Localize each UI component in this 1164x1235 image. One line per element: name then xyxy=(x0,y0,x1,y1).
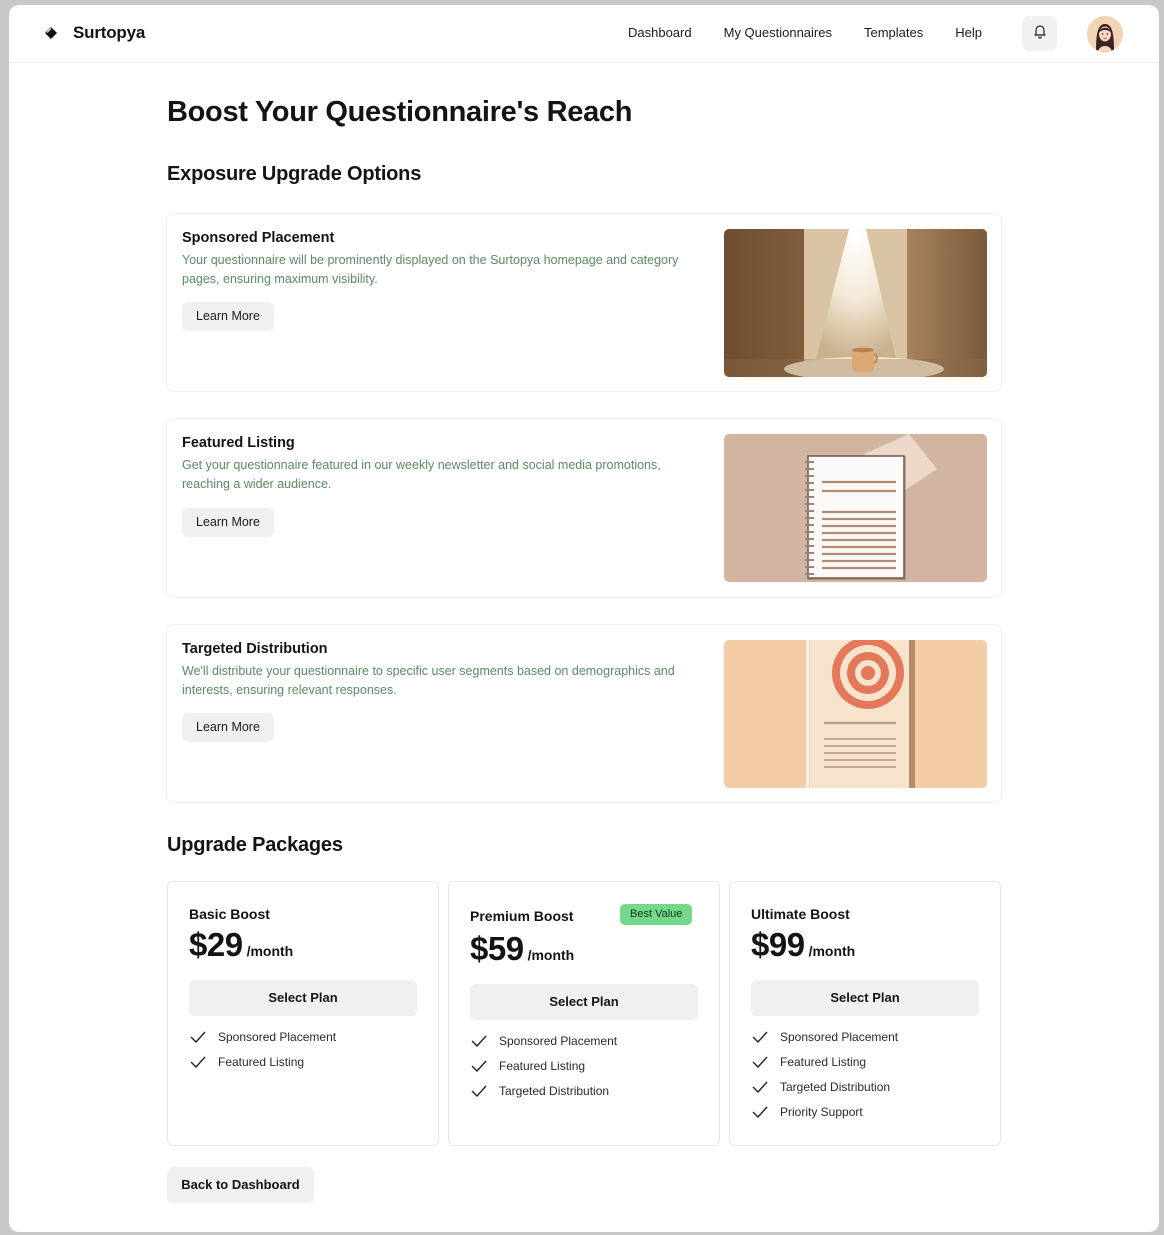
top-nav-bar: Surtopya Dashboard My Questionnaires Tem… xyxy=(9,5,1159,63)
select-plan-button[interactable]: Select Plan xyxy=(751,980,979,1016)
package-price: $99 /month xyxy=(751,926,855,964)
feature-item: Featured Listing xyxy=(189,1055,304,1069)
package-price: $29 /month xyxy=(189,926,293,964)
brand-name: Surtopya xyxy=(73,23,146,42)
check-icon xyxy=(752,1056,768,1069)
feature-label: Sponsored Placement xyxy=(218,1030,337,1044)
notifications-button[interactable] xyxy=(1022,16,1057,51)
check-icon xyxy=(752,1031,768,1044)
package-name: Basic Boost xyxy=(189,906,270,922)
option-description: Get your questionnaire featured in our w… xyxy=(182,458,661,491)
learn-more-button[interactable]: Learn More xyxy=(182,302,274,331)
feature-label: Sponsored Placement xyxy=(780,1030,899,1044)
nav-help[interactable]: Help xyxy=(955,25,982,40)
bell-icon xyxy=(1032,23,1048,44)
package-name: Ultimate Boost xyxy=(751,906,850,922)
nav-dashboard[interactable]: Dashboard xyxy=(628,25,692,40)
feature-item: Targeted Distribution xyxy=(751,1080,890,1094)
check-icon xyxy=(471,1035,487,1048)
feature-label: Featured Listing xyxy=(218,1055,305,1069)
learn-more-button[interactable]: Learn More xyxy=(182,508,274,537)
page-title: Boost Your Questionnaire's Reach xyxy=(167,96,633,128)
user-avatar[interactable] xyxy=(1087,16,1123,52)
option-card-targeted-distribution: Targeted Distribution We'll distribute y… xyxy=(166,624,1002,803)
feature-item: Priority Support xyxy=(751,1105,863,1119)
feature-label: Targeted Distribution xyxy=(499,1084,610,1098)
check-icon xyxy=(190,1031,206,1044)
check-icon xyxy=(471,1060,487,1073)
option-description: We'll distribute your questionnaire to s… xyxy=(182,664,675,697)
price-period: /month xyxy=(246,943,294,959)
package-price: $59 /month xyxy=(470,930,574,968)
option-title: Targeted Distribution xyxy=(182,641,328,657)
package-card-premium: Premium Boost Best Value $59 /month Sele… xyxy=(448,881,720,1146)
price-amount: $99 xyxy=(751,926,805,963)
option-title: Sponsored Placement xyxy=(182,230,335,246)
check-icon xyxy=(190,1056,206,1069)
package-name: Premium Boost xyxy=(470,908,574,924)
packages-heading: Upgrade Packages xyxy=(167,834,343,856)
option-card-sponsored-placement: Sponsored Placement Your questionnaire w… xyxy=(166,213,1002,392)
feature-item: Sponsored Placement xyxy=(189,1030,336,1044)
price-period: /month xyxy=(527,947,575,963)
options-heading: Exposure Upgrade Options xyxy=(167,163,422,185)
price-amount: $59 xyxy=(470,930,524,967)
feature-item: Sponsored Placement xyxy=(470,1034,617,1048)
back-to-dashboard-button[interactable]: Back to Dashboard xyxy=(167,1167,314,1203)
main-nav: Dashboard My Questionnaires Templates He… xyxy=(628,25,982,40)
feature-item: Featured Listing xyxy=(751,1055,866,1069)
select-plan-button[interactable]: Select Plan xyxy=(189,980,417,1016)
feature-item: Targeted Distribution xyxy=(470,1084,609,1098)
select-plan-button[interactable]: Select Plan xyxy=(470,984,698,1020)
check-icon xyxy=(471,1085,487,1098)
feature-item: Sponsored Placement xyxy=(751,1030,898,1044)
option-description: Your questionnaire will be prominently d… xyxy=(182,253,679,286)
spotlight-coffee-cup-image xyxy=(724,229,987,377)
feature-label: Sponsored Placement xyxy=(499,1034,618,1048)
check-icon xyxy=(752,1081,768,1094)
option-card-featured-listing: Featured Listing Get your questionnaire … xyxy=(166,418,1002,598)
option-title: Featured Listing xyxy=(182,435,295,451)
diamond-logo-icon xyxy=(43,25,59,41)
target-document-image xyxy=(724,640,987,788)
package-card-ultimate: Ultimate Boost $99 /month Select Plan Sp… xyxy=(729,881,1001,1146)
package-card-basic: Basic Boost $29 /month Select Plan Spons… xyxy=(167,881,439,1146)
nav-my-questionnaires[interactable]: My Questionnaires xyxy=(724,25,832,40)
best-value-badge: Best Value xyxy=(620,904,693,925)
feature-label: Targeted Distribution xyxy=(780,1080,891,1094)
feature-item: Featured Listing xyxy=(470,1059,585,1073)
feature-label: Priority Support xyxy=(780,1105,863,1119)
price-amount: $29 xyxy=(189,926,243,963)
app-window: Surtopya Dashboard My Questionnaires Tem… xyxy=(9,5,1159,1232)
brand[interactable]: Surtopya xyxy=(43,23,145,43)
learn-more-button[interactable]: Learn More xyxy=(182,713,274,742)
feature-label: Featured Listing xyxy=(780,1055,867,1069)
check-icon xyxy=(752,1106,768,1119)
feature-label: Featured Listing xyxy=(499,1059,586,1073)
spiral-notebook-image xyxy=(724,434,987,582)
nav-templates[interactable]: Templates xyxy=(864,25,923,40)
price-period: /month xyxy=(808,943,856,959)
